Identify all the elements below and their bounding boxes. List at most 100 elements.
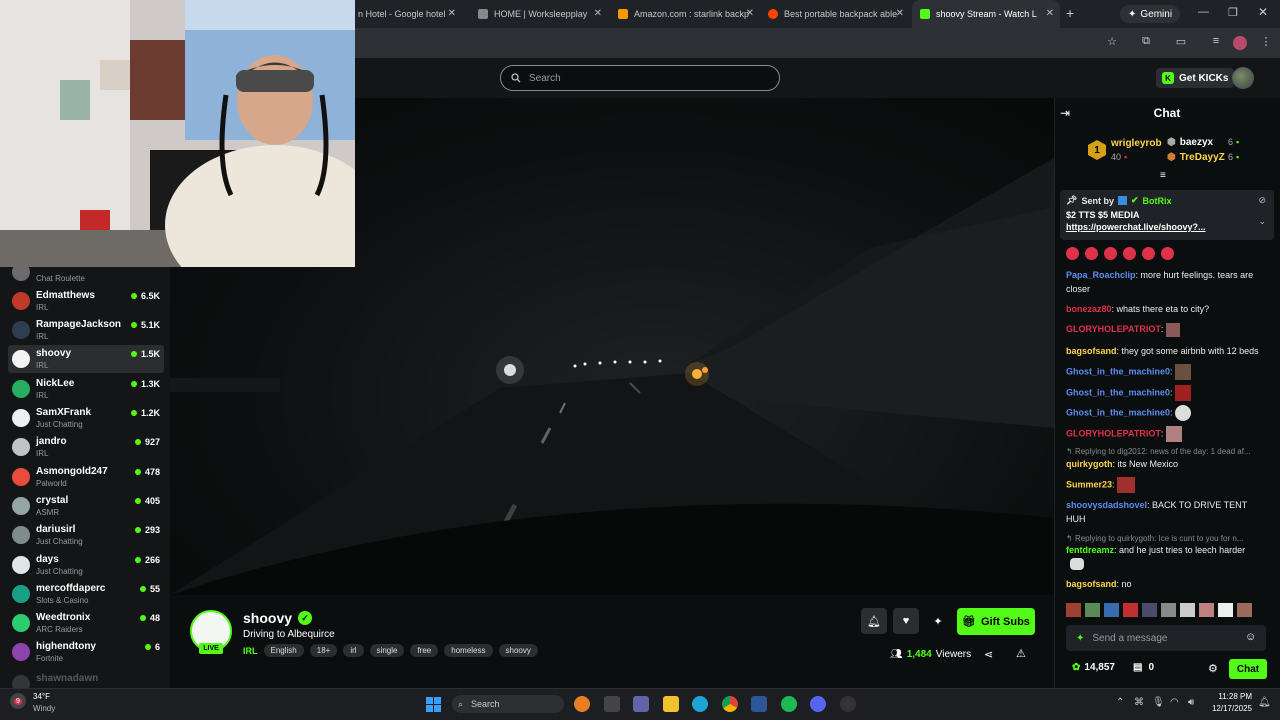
emote-icon[interactable]	[1104, 603, 1119, 617]
file-explorer-icon[interactable]	[663, 696, 679, 712]
pinned-message[interactable]: 📌︎ Sent by ✔ BotRix $2 TTS $5 MEDIA https:/…	[1060, 190, 1274, 240]
emote-icon[interactable]	[1180, 603, 1195, 617]
emote-icon[interactable]	[1123, 603, 1138, 617]
playlist-icon[interactable]: ≡	[1208, 35, 1224, 47]
close-icon[interactable]: ✕	[448, 8, 456, 19]
sidebar-channel[interactable]: dariusirl Just Chatting 293	[8, 521, 164, 549]
leaderboard-user[interactable]: wrigleyrob	[1111, 138, 1162, 149]
browser-tab-active[interactable]: shoovy Stream - Watch L ✕	[912, 0, 1060, 28]
viewer-count: 👥︎ 1,484 Viewers	[890, 649, 972, 660]
weather-icon[interactable]: 9	[10, 693, 26, 709]
cast-icon[interactable]: ▭	[1173, 35, 1189, 48]
sidebar-channel[interactable]: highendtony Fortnite 6	[8, 638, 164, 666]
viewer-count: 6.5K	[130, 291, 160, 301]
tag-chip[interactable]: free	[410, 644, 439, 657]
clock-time[interactable]: 11:28 PM	[1208, 692, 1252, 701]
emoji-picker-icon[interactable]: ☺	[1245, 631, 1256, 643]
spotify-icon[interactable]	[781, 696, 797, 712]
sidebar-channel[interactable]: SamXFrank Just Chatting 1.2K	[8, 404, 164, 432]
share-icon[interactable]: ⋖	[984, 648, 993, 661]
tag-chip[interactable]: homeless	[444, 644, 493, 657]
follow-button[interactable]: ♥	[893, 608, 919, 634]
microphone-icon[interactable]: 🎙︎	[1152, 697, 1165, 708]
emote-icon[interactable]	[1142, 603, 1157, 617]
chevron-up-icon[interactable]: ⌃	[1116, 697, 1124, 708]
profile-avatar[interactable]	[1233, 36, 1247, 50]
sidebar-channel[interactable]: mercoffdaperc Slots & Casino 55	[8, 580, 164, 608]
sidebar-channel[interactable]: jandro IRL 927	[8, 433, 164, 461]
chrome-icon[interactable]	[722, 696, 738, 712]
settings-gear-icon[interactable]: ⚙	[1208, 662, 1218, 675]
emote-icon[interactable]	[1218, 603, 1233, 617]
emote-icon[interactable]	[1161, 603, 1176, 617]
sidebar-channel[interactable]: days Just Chatting 266	[8, 551, 164, 579]
close-icon[interactable]: ✕	[746, 8, 754, 19]
gemini-button[interactable]: ✦ Gemini	[1120, 5, 1181, 23]
gift-subs-button[interactable]: 🎁︎ Gift Subs	[957, 608, 1035, 635]
browser-tab[interactable]: n Hotel - Google hotel ✕	[350, 0, 462, 28]
store-icon[interactable]	[751, 696, 767, 712]
report-icon[interactable]: ⚠	[1016, 647, 1026, 660]
kick-points[interactable]: ✿ 14,857	[1072, 662, 1115, 673]
leaderboard-user[interactable]: ⬢ TreDayyZ	[1167, 152, 1225, 163]
restore-icon[interactable]: ❐	[1228, 6, 1238, 19]
emote-icon[interactable]	[1085, 603, 1100, 617]
volume-icon[interactable]: 🔊︎	[1188, 697, 1194, 708]
notification-bell-icon[interactable]: 🔔︎	[1258, 697, 1271, 708]
close-icon[interactable]: ✕	[896, 8, 904, 19]
chat-message-input[interactable]: ✦ Send a message	[1066, 625, 1266, 651]
pinned-link[interactable]: https://powerchat.live/shoovy?...	[1066, 222, 1268, 232]
sparkle-button[interactable]: ✦	[925, 608, 951, 634]
task-view-icon[interactable]	[604, 696, 620, 712]
browser-tab[interactable]: Best portable backpack able ✕	[760, 0, 910, 28]
windows-start-icon[interactable]	[426, 697, 441, 712]
close-icon[interactable]: ✕	[1046, 8, 1054, 19]
category-link[interactable]: IRL	[243, 646, 258, 656]
sidebar-channel[interactable]: Weedtronix ARC Raiders 48	[8, 609, 164, 637]
search-input[interactable]: Search	[500, 65, 780, 91]
leaderboard-user[interactable]: ⬢ baezyx	[1167, 137, 1213, 148]
browser-tab[interactable]: HOME | Worksleepplay ✕	[470, 0, 608, 28]
star-icon[interactable]: ☆	[1104, 35, 1120, 48]
chat-send-button[interactable]: Chat	[1229, 659, 1267, 679]
tag-chip[interactable]: shoovy	[498, 644, 538, 657]
wifi-icon[interactable]: ◠	[1170, 697, 1179, 708]
boxes-count[interactable]: ▤ 0	[1133, 662, 1154, 673]
sidebar-channel[interactable]: crystal ASMR 405	[8, 492, 164, 520]
discord-icon[interactable]	[810, 696, 826, 712]
close-window-icon[interactable]: ✕	[1258, 5, 1268, 19]
sidebar-channel[interactable]: NickLee IRL 1.3K	[8, 375, 164, 403]
user-avatar[interactable]	[1232, 67, 1254, 89]
extensions-icon[interactable]: ⧉	[1138, 35, 1154, 48]
sidebar-channel-active[interactable]: shoovy IRL 1.5K	[8, 345, 164, 373]
minimize-icon[interactable]: —	[1198, 6, 1209, 18]
get-kicks-button[interactable]: K Get KICKs	[1156, 68, 1235, 88]
emote-icon[interactable]	[1237, 603, 1252, 617]
sidebar-channel[interactable]: Asmongold247 Palworld 478	[8, 463, 164, 491]
teams-icon[interactable]	[633, 696, 649, 712]
tag-chip[interactable]: English	[263, 644, 304, 657]
emote-icon[interactable]	[1199, 603, 1214, 617]
sidebar-channel[interactable]: RampageJackson IRL 5.1K	[8, 316, 164, 344]
expand-leaderboard-icon[interactable]: ≡	[1160, 170, 1166, 181]
sidebar-channel[interactable]: Edmatthews IRL 6.5K	[8, 287, 164, 315]
clock-date[interactable]: 12/17/2025	[1208, 704, 1252, 713]
menu-icon[interactable]: ⋮	[1258, 35, 1274, 48]
browser-tab[interactable]: Amazon.com : starlink backp ✕	[610, 0, 760, 28]
gift-icon: ▪	[1236, 137, 1240, 147]
network-icon[interactable]: ⌘	[1134, 697, 1144, 708]
edge-icon[interactable]	[692, 696, 708, 712]
unpin-icon[interactable]: ⊘	[1258, 195, 1266, 206]
notification-bell-button[interactable]: 🔔︎	[861, 608, 887, 634]
taskbar-search[interactable]: ⌕ Search	[452, 695, 564, 713]
obs-icon[interactable]	[840, 696, 856, 712]
emote-icon[interactable]	[1066, 603, 1081, 617]
tag-chip[interactable]: irl	[343, 644, 364, 657]
close-icon[interactable]: ✕	[594, 8, 602, 19]
channel-name[interactable]: shoovy ✓	[243, 610, 313, 626]
chevron-down-icon[interactable]: ⌄	[1258, 216, 1266, 227]
tag-chip[interactable]: single	[369, 644, 405, 657]
new-tab-button[interactable]: +	[1066, 5, 1074, 21]
widget-icon[interactable]	[574, 696, 590, 712]
tag-chip[interactable]: 18+	[309, 644, 338, 657]
